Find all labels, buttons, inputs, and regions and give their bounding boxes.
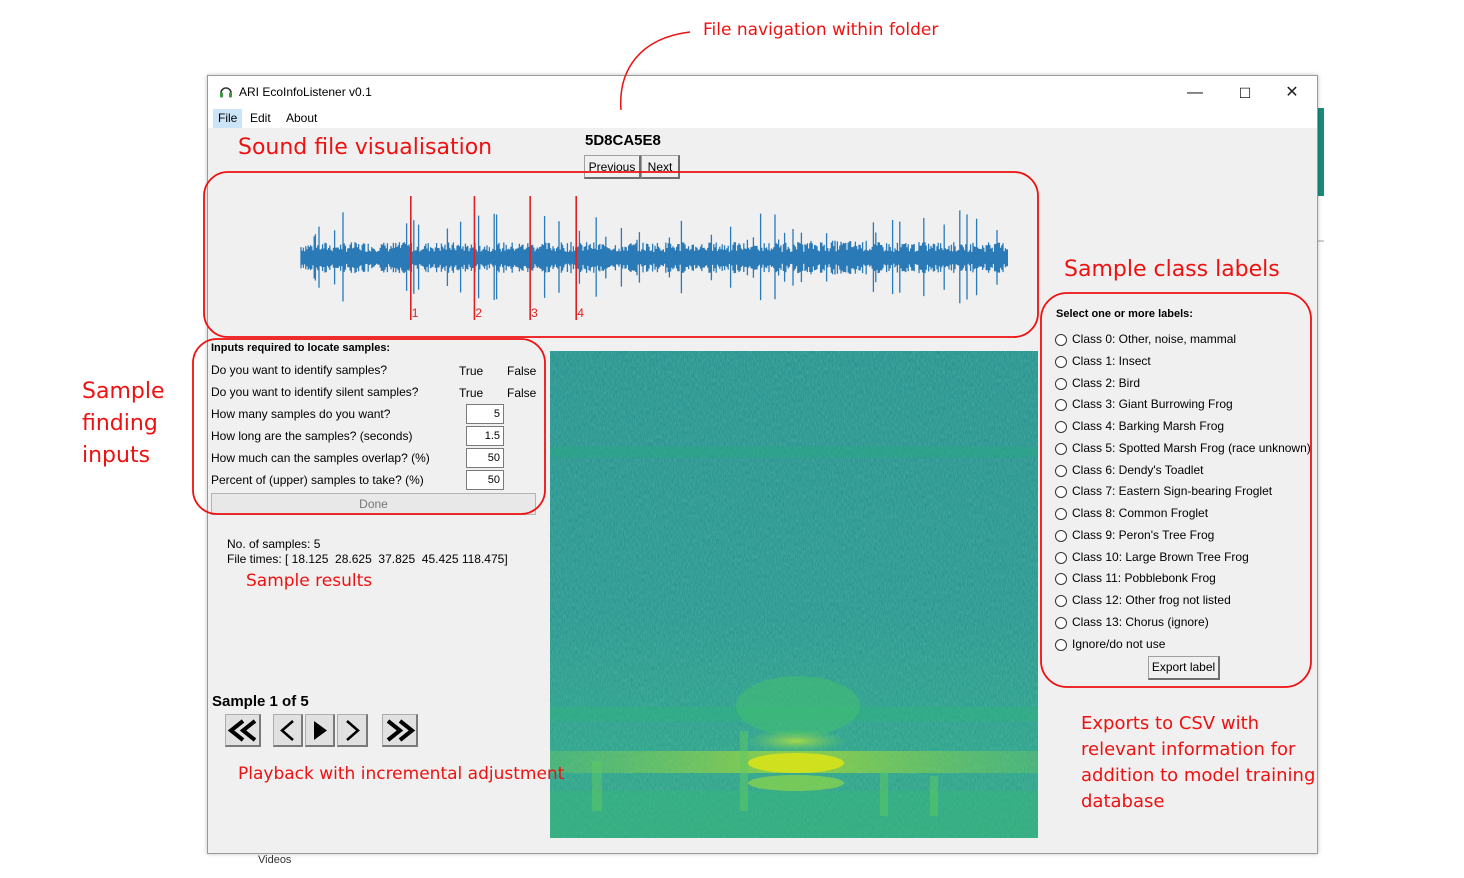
annotation-playback: Playback with incremental adjustment	[238, 764, 565, 784]
annotation-sound-vis: Sound file visualisation	[238, 135, 493, 160]
annotation-finding-inputs: Sample finding inputs	[82, 379, 165, 468]
annotation-file-nav: File navigation within folder	[703, 20, 939, 40]
annotation-exports: Exports to CSV with relevant information…	[1081, 713, 1316, 812]
annotation-class-labels: Sample class labels	[1064, 257, 1280, 282]
annotation-results: Sample results	[246, 571, 373, 591]
